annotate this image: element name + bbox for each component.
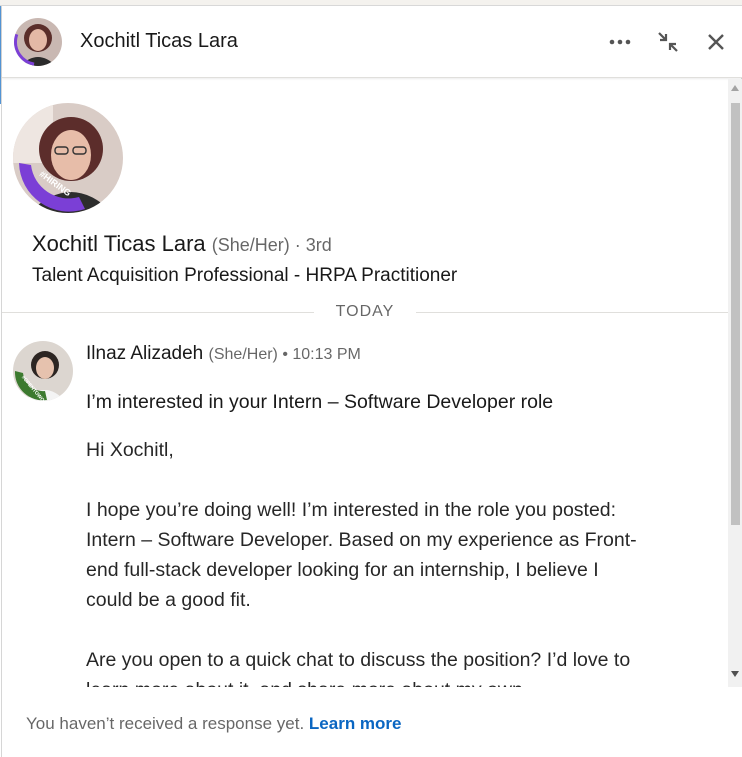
sender-avatar[interactable]: #OPENTOWORK — [13, 341, 73, 401]
message-window: Xochitl Ticas Lara #HIRING Xochitl Ticas… — [1, 6, 742, 757]
footer-text: You haven’t received a response yet. — [26, 714, 305, 733]
profile-avatar[interactable]: #HIRING — [13, 103, 123, 213]
minimize-arrows-icon — [658, 32, 678, 52]
date-divider: TODAY — [2, 301, 728, 325]
message-subject: I’m interested in your Intern – Software… — [86, 391, 554, 413]
ellipsis-icon — [609, 39, 631, 45]
message-body: Hi Xochitl, I hope you’re doing well! I’… — [86, 435, 646, 687]
message-paragraph: Are you open to a quick chat to discuss … — [86, 649, 631, 687]
divider-line — [416, 312, 728, 313]
profile-headline: Talent Acquisition Professional - HRPA P… — [32, 265, 458, 286]
message-paragraph: Hi Xochitl, — [86, 439, 174, 461]
response-footer: You haven’t received a response yet. Lea… — [2, 687, 742, 757]
scrollbar[interactable] — [728, 79, 742, 687]
profile-name-line: Xochitl Ticas Lara (She/Her) · 3rd — [32, 231, 332, 257]
message-paragraph: I hope you’re doing well! I’m interested… — [86, 499, 637, 611]
header-title[interactable]: Xochitl Ticas Lara — [80, 30, 238, 53]
more-options-button[interactable] — [602, 24, 638, 60]
footer-note: You haven’t received a response yet. Lea… — [26, 714, 402, 734]
learn-more-link[interactable]: Learn more — [309, 714, 402, 733]
scrollbar-thumb[interactable] — [731, 103, 740, 525]
minimize-button[interactable] — [650, 24, 686, 60]
divider-line — [2, 312, 314, 313]
date-divider-label: TODAY — [335, 303, 395, 320]
scroll-down-arrow-icon[interactable] — [731, 671, 739, 677]
profile-pronouns-degree: (She/Her) · 3rd — [211, 235, 332, 255]
profile-name[interactable]: Xochitl Ticas Lara — [32, 231, 206, 256]
conversation-scroll-area[interactable]: #HIRING Xochitl Ticas Lara (She/Her) · 3… — [2, 79, 728, 687]
close-icon — [708, 34, 724, 50]
conversation-header[interactable]: Xochitl Ticas Lara — [2, 6, 742, 78]
sender-line: Ilnaz Alizadeh (She/Her) • 10:13 PM — [86, 343, 361, 365]
header-avatar[interactable] — [14, 18, 62, 66]
close-button[interactable] — [698, 24, 734, 60]
scroll-up-arrow-icon[interactable] — [731, 85, 739, 91]
sender-name[interactable]: Ilnaz Alizadeh — [86, 343, 203, 364]
sender-meta: (She/Her) • 10:13 PM — [208, 346, 361, 363]
